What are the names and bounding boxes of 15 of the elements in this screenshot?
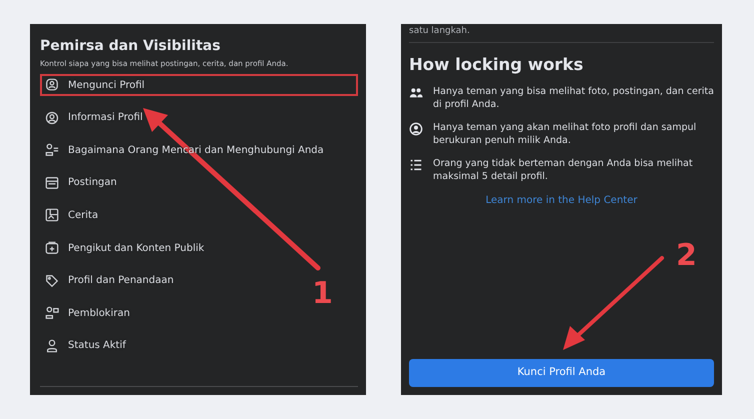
section-title: How locking works <box>409 55 584 75</box>
lock-profile-button[interactable]: Kunci Profil Anda <box>409 359 714 387</box>
body-text: satu langkah. <box>409 26 471 36</box>
step-number: 2 <box>676 241 697 271</box>
menu-item[interactable]: Pengikut dan Konten Publik <box>40 237 358 260</box>
menu-item[interactable]: Postingan <box>40 172 358 194</box>
help-link[interactable]: Learn more in the Help Center <box>486 192 638 208</box>
menu-item[interactable]: Status Aktif <box>40 334 358 357</box>
menu-item[interactable]: Informasi Profil <box>40 106 358 129</box>
info-text: Orang yang tidak berteman dengan Anda bisa melihat maksimal 5 detail profil. <box>433 156 694 183</box>
section-title: Pemirsa dan Visibilitas <box>40 38 222 55</box>
info-text: Hanya teman yang bisa melihat foto, postingan, dan cerita di profil Anda. <box>433 84 714 111</box>
info-text: Hanya teman yang akan melihat foto profil dan sampul berukuran penuh milik Anda. <box>433 120 698 147</box>
menu-item[interactable]: Mengunci Profil <box>40 74 358 96</box>
menu-item[interactable]: Cerita <box>40 204 358 226</box>
